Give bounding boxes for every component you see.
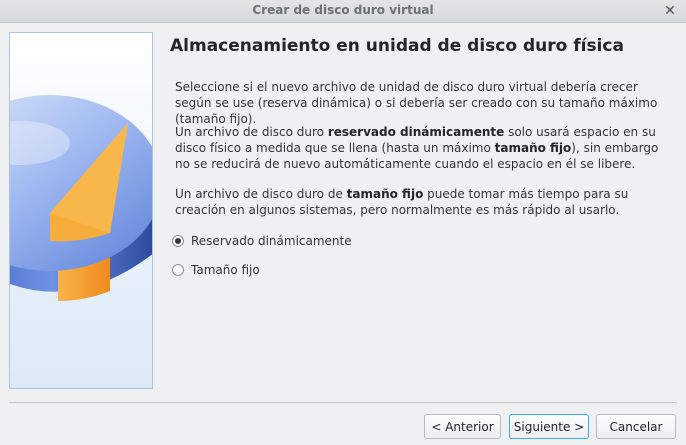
radio-dynamic-allocation[interactable]: Reservado dinámicamente	[172, 232, 352, 250]
radio-button-unchecked[interactable]	[172, 264, 184, 276]
radio-dynamic-label: Reservado dinámicamente	[191, 234, 352, 248]
radio-fixed-size[interactable]: Tamaño fijo	[172, 261, 260, 279]
footer-divider	[9, 402, 677, 403]
dynamic-description-paragraph: Un archivo de disco duro reservado dinám…	[175, 125, 659, 171]
page-title: Almacenamiento en unidad de disco duro f…	[170, 36, 624, 56]
wizard-illustration-panel	[9, 32, 153, 389]
description-paragraph: Seleccione si el nuevo archivo de unidad…	[175, 80, 658, 126]
next-button[interactable]: Siguiente >	[509, 414, 589, 439]
cancel-button[interactable]: Cancelar	[596, 414, 676, 439]
hard-disk-illustration	[10, 95, 152, 301]
close-icon[interactable]: ✕	[662, 3, 678, 19]
fixed-description-paragraph: Un archivo de disco duro de tamaño fijo …	[175, 187, 629, 217]
radio-button-checked[interactable]	[172, 235, 184, 247]
title-bar: Crear de disco duro virtual ✕	[0, 0, 686, 23]
radio-fixed-label: Tamaño fijo	[191, 263, 260, 277]
window-title: Crear de disco duro virtual	[252, 3, 434, 17]
back-button[interactable]: < Anterior	[424, 414, 501, 439]
